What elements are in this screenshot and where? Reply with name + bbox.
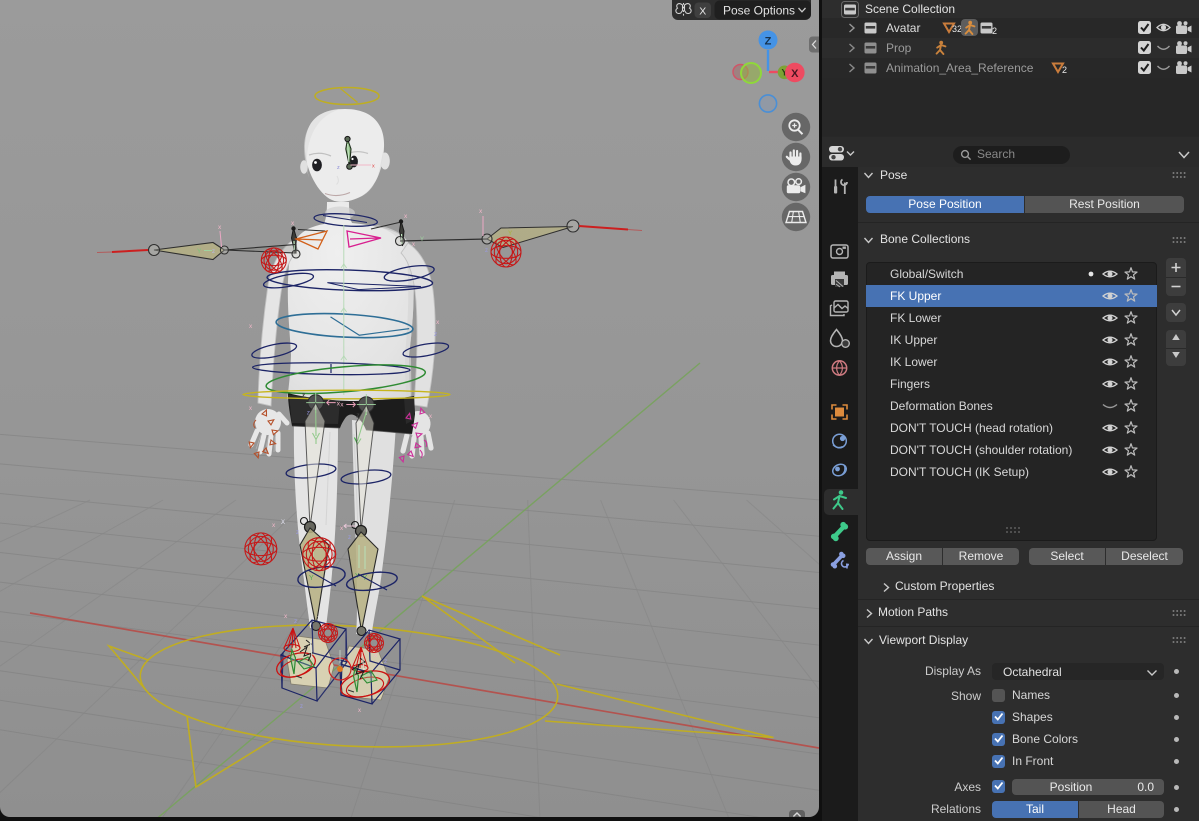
svg-text:Y: Y bbox=[508, 230, 513, 237]
svg-text:Y: Y bbox=[337, 643, 341, 649]
svg-text:x: x bbox=[436, 319, 440, 326]
svg-text:x: x bbox=[404, 213, 408, 220]
svg-text:Y: Y bbox=[420, 237, 424, 243]
svg-text:x: x bbox=[249, 323, 253, 330]
svg-text:x: x bbox=[366, 628, 369, 634]
svg-text:z: z bbox=[337, 165, 340, 171]
svg-text:z: z bbox=[348, 535, 351, 541]
svg-text:z: z bbox=[434, 331, 437, 338]
svg-text:z: z bbox=[485, 248, 488, 254]
svg-text:x: x bbox=[412, 242, 415, 248]
svg-text:z: z bbox=[384, 658, 387, 665]
svg-text:X: X bbox=[281, 520, 285, 526]
svg-text:Y: Y bbox=[309, 575, 314, 582]
svg-text:x: x bbox=[358, 708, 361, 714]
svg-text:X: X bbox=[791, 68, 799, 80]
svg-text:Z: Z bbox=[765, 36, 772, 48]
svg-text:x: x bbox=[291, 220, 295, 227]
svg-text:Y: Y bbox=[197, 248, 202, 255]
svg-text:z: z bbox=[302, 393, 306, 400]
svg-text:z: z bbox=[294, 618, 297, 625]
svg-text:Pose Options: Pose Options bbox=[723, 4, 795, 18]
svg-text:x: x bbox=[479, 208, 483, 215]
svg-text:x: x bbox=[372, 164, 375, 170]
svg-text:z: z bbox=[300, 704, 303, 710]
svg-text:x: x bbox=[249, 406, 252, 412]
svg-text:x: x bbox=[429, 414, 432, 420]
svg-text:X: X bbox=[699, 6, 706, 18]
svg-text:x: x bbox=[218, 224, 222, 231]
svg-text:z: z bbox=[296, 530, 299, 536]
svg-text:z: z bbox=[212, 249, 215, 255]
svg-text:x: x bbox=[272, 522, 276, 529]
svg-text:z: z bbox=[317, 616, 320, 622]
